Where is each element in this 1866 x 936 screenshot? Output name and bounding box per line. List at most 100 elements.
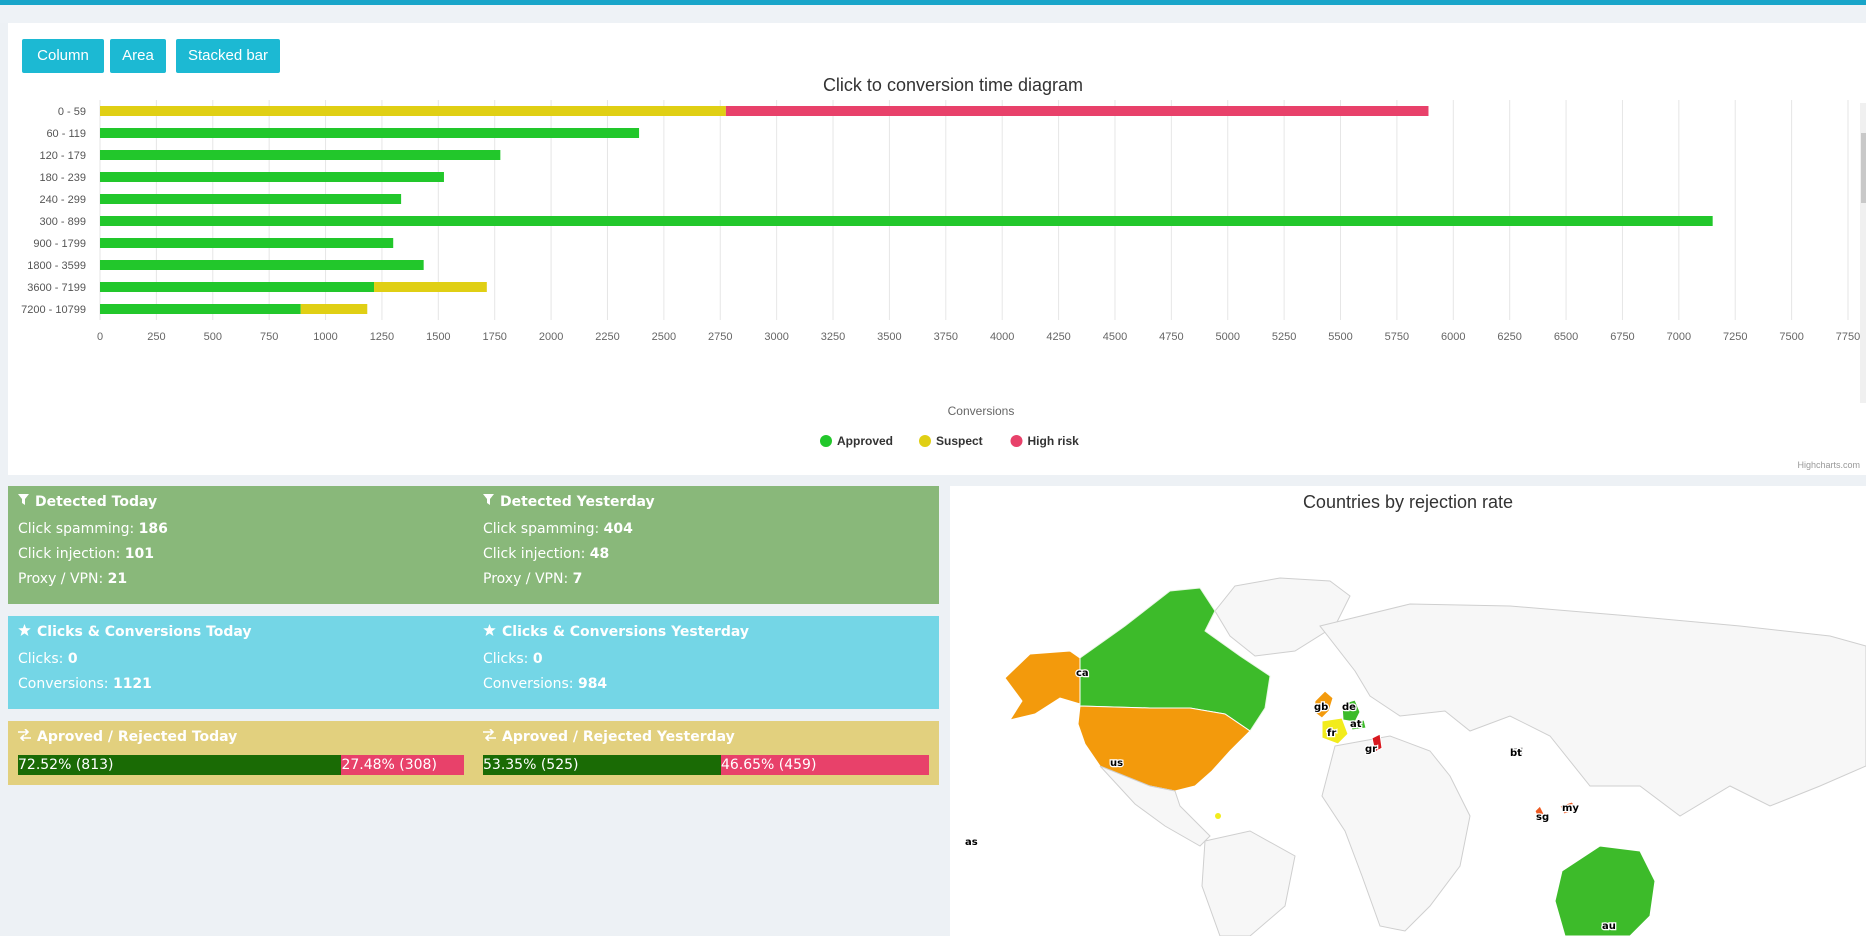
x-tick-label: 2000 (539, 331, 563, 343)
legend-label: Suspect (936, 434, 983, 448)
exchange-icon (483, 728, 496, 745)
map-label-at: at (1350, 719, 1362, 730)
bar-approved[interactable] (100, 172, 444, 182)
x-tick-label: 250 (147, 331, 165, 343)
x-tick-label: 4500 (1103, 331, 1127, 343)
map-label-de: de (1342, 702, 1356, 713)
x-tick-label: 1500 (426, 331, 450, 343)
bar-approved[interactable] (100, 238, 394, 248)
bar-approved[interactable] (100, 150, 501, 160)
map-label-au: au (1602, 921, 1616, 932)
top-strip (0, 5, 1866, 23)
chart-credit[interactable]: Highcharts.com (1797, 460, 1860, 470)
approval-yesterday-bar: 53.35% (525) 46.65% (459) (483, 755, 929, 775)
legend-marker (820, 435, 832, 447)
conversion-time-chart: 0 - 59 60 - 119 120 - 179 180 - 239 240 - 29… (21, 75, 1866, 470)
detected-yesterday-click-injection: Click injection: 48 (483, 546, 610, 562)
x-tick-label: 3250 (821, 331, 845, 343)
map-label-bt: bt (1510, 748, 1522, 759)
legend-label: Approved (837, 434, 893, 448)
clicks-yesterday-conversions: Conversions: 984 (483, 676, 608, 692)
y-category-label: 240 - 299 (40, 194, 86, 206)
detected-today-title: Detected Today (18, 494, 157, 510)
map-label-as: as (965, 837, 978, 848)
chart-scrollbar-thumb[interactable] (1861, 133, 1866, 203)
x-tick-label: 4000 (990, 331, 1014, 343)
x-tick-label: 7500 (1779, 331, 1803, 343)
legend-item-high-risk[interactable]: High risk (1010, 434, 1080, 448)
approval-today-rejected: 27.48% (308) (341, 755, 464, 775)
approval-today-approved: 72.52% (813) (18, 755, 342, 775)
map-label-gb: gb (1314, 702, 1328, 713)
map-country-alaska[interactable] (1004, 650, 1081, 721)
clicks-yesterday-title: Clicks & Conversions Yesterday (483, 624, 749, 640)
y-category-label: 1800 - 3599 (27, 260, 86, 272)
x-tick-label: 5000 (1215, 331, 1239, 343)
bar-approved[interactable] (100, 304, 301, 314)
x-tick-label: 5250 (1272, 331, 1296, 343)
detected-today-click-injection: Click injection: 101 (18, 546, 154, 562)
x-tick-label: 6000 (1441, 331, 1465, 343)
approval-yesterday-approved: 53.35% (525) (483, 755, 721, 775)
x-tick-label: 3000 (764, 331, 788, 343)
bar-approved[interactable] (100, 260, 424, 270)
x-tick-label: 0 (97, 331, 103, 343)
clicks-today-conversions: Conversions: 1121 (18, 676, 152, 692)
world-map[interactable]: ca us gb de fr at gr bt sg my au as (950, 486, 1866, 936)
x-tick-label: 5500 (1328, 331, 1352, 343)
map-label-gr: gr (1365, 744, 1377, 755)
y-category-label: 900 - 1799 (33, 238, 86, 250)
detected-today-proxy-vpn: Proxy / VPN: 21 (18, 571, 128, 587)
x-tick-label: 3500 (877, 331, 901, 343)
map-country-us[interactable] (1077, 705, 1251, 792)
bar-suspect[interactable] (100, 106, 726, 116)
map-country-island[interactable] (1215, 813, 1221, 819)
detected-panel: Detected Today Click spamming: 186 Click… (8, 486, 939, 604)
map-country-greenland[interactable] (1214, 577, 1351, 657)
filter-icon (483, 494, 494, 510)
legend-item-approved[interactable]: Approved (820, 434, 893, 448)
x-tick-label: 3750 (934, 331, 958, 343)
x-tick-label: 4250 (1046, 331, 1070, 343)
approval-today-title: Aproved / Rejected Today (18, 728, 237, 745)
map-country-south-america[interactable] (1201, 830, 1296, 936)
clicks-today-clicks: Clicks: 0 (18, 651, 78, 667)
x-tick-label: 1250 (370, 331, 394, 343)
bar-approved[interactable] (100, 216, 1713, 226)
detected-yesterday-proxy-vpn: Proxy / VPN: 7 (483, 571, 583, 587)
detected-yesterday-click-spamming: Click spamming: 404 (483, 521, 633, 537)
y-category-label: 300 - 899 (40, 216, 86, 228)
x-tick-label: 7000 (1667, 331, 1691, 343)
y-category-label: 180 - 239 (40, 172, 86, 184)
x-tick-label: 6250 (1497, 331, 1521, 343)
legend-marker (1010, 435, 1023, 447)
x-tick-label: 6750 (1610, 331, 1634, 343)
x-tick-label: 2750 (708, 331, 732, 343)
legend-item-suspect[interactable]: Suspect (919, 434, 983, 448)
x-tick-label: 1000 (313, 331, 337, 343)
x-tick-label: 4750 (1159, 331, 1183, 343)
star-icon (483, 624, 496, 640)
star-icon (18, 624, 31, 640)
conversion-time-panel: Column Area Stacked bar 0 - 59 60 - 119 12… (8, 23, 1866, 475)
x-tick-label: 2500 (652, 331, 676, 343)
bar-approved[interactable] (100, 194, 402, 204)
y-category-label: 60 - 119 (46, 128, 86, 140)
y-category-label: 0 - 59 (58, 106, 86, 118)
bar-suspect[interactable] (374, 282, 487, 292)
bar-approved[interactable] (100, 128, 640, 138)
x-tick-label: 6500 (1554, 331, 1578, 343)
x-tick-label: 500 (204, 331, 222, 343)
x-tick-label: 750 (260, 331, 278, 343)
map-label-my: my (1562, 803, 1579, 814)
map-label-fr: fr (1327, 728, 1336, 739)
bar-approved[interactable] (100, 282, 375, 292)
map-region-africa[interactable] (1321, 735, 1471, 932)
legend-marker (919, 435, 931, 447)
x-axis-label: Conversions (948, 404, 1015, 418)
legend-label: High risk (1028, 434, 1080, 448)
bar-high-risk[interactable] (725, 106, 1429, 116)
exchange-icon (18, 728, 31, 745)
bar-suspect[interactable] (300, 304, 368, 314)
rejection-map-panel: Countries by rejection rate ca us gb de … (950, 486, 1866, 936)
